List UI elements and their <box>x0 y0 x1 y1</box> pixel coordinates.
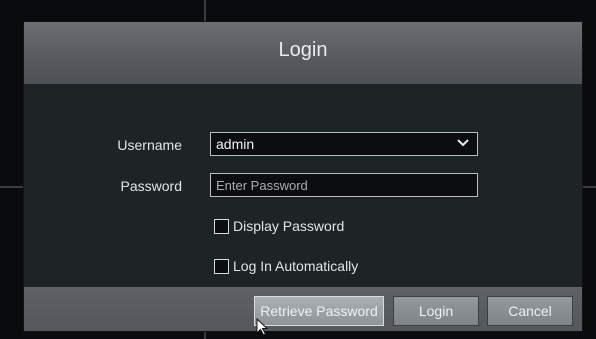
nvr-screen: Login Username admin Password Enter Pass… <box>0 0 596 339</box>
auto-login-checkbox[interactable] <box>214 258 229 274</box>
display-password-label: Display Password <box>233 218 345 234</box>
cancel-button[interactable]: Cancel <box>487 296 573 326</box>
password-placeholder: Enter Password <box>216 177 308 193</box>
dialog-title: Login <box>278 38 328 61</box>
username-value: admin <box>216 136 255 152</box>
username-select[interactable]: admin <box>210 132 478 156</box>
auto-login-label: Log In Automatically <box>233 258 359 274</box>
chevron-down-icon[interactable] <box>456 136 470 150</box>
mouse-pointer-icon <box>256 318 269 336</box>
display-password-row[interactable]: Display Password <box>214 218 344 234</box>
dialog-button-bar: Retrieve Password Login Cancel <box>24 287 582 331</box>
auto-login-row[interactable]: Log In Automatically <box>214 258 358 274</box>
retrieve-password-button[interactable]: Retrieve Password <box>254 296 384 326</box>
display-password-checkbox[interactable] <box>214 218 229 234</box>
username-label: Username <box>117 137 182 153</box>
password-input[interactable]: Enter Password <box>210 173 478 197</box>
login-dialog: Login Username admin Password Enter Pass… <box>24 22 582 331</box>
password-label: Password <box>120 178 182 194</box>
dialog-title-bar[interactable]: Login <box>24 22 582 84</box>
login-button[interactable]: Login <box>393 296 479 326</box>
